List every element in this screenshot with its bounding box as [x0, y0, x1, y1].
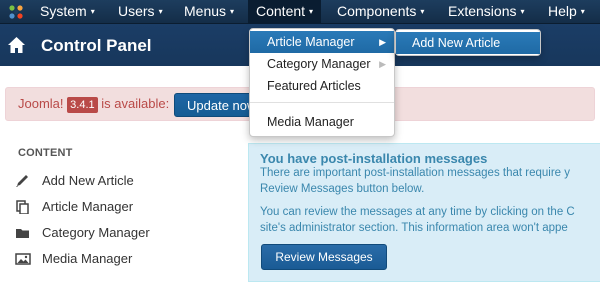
- chevron-down-icon: ▾: [158, 7, 163, 16]
- menu-item-label: Media Manager: [267, 115, 354, 129]
- review-messages-button[interactable]: Review Messages: [261, 244, 387, 270]
- page-title: Control Panel: [41, 36, 152, 55]
- chevron-right-icon: ▶: [379, 59, 386, 69]
- menu-item-category-manager[interactable]: Category Manager ▶: [250, 53, 394, 75]
- menu-item-label: Category Manager: [267, 57, 371, 71]
- sidebar-item-label: Category Manager: [42, 225, 150, 240]
- article-manager-submenu: Add New Article: [395, 29, 541, 56]
- chevron-down-icon: ▾: [230, 7, 235, 16]
- menu-divider: [250, 102, 394, 103]
- nav-help-label: Help: [548, 3, 577, 19]
- menu-item-featured-articles[interactable]: Featured Articles: [250, 75, 394, 97]
- nav-content-label: Content: [256, 3, 306, 19]
- pencil-icon: [16, 175, 28, 187]
- post-install-messages-panel: You have post-installation messages Ther…: [248, 143, 600, 282]
- nav-help[interactable]: Help ▾: [548, 0, 585, 24]
- chevron-down-icon: ▾: [90, 7, 95, 16]
- sidebar-heading: CONTENT: [18, 147, 73, 159]
- joomla-logo-icon[interactable]: [8, 4, 24, 20]
- nav-extensions-label: Extensions: [448, 3, 517, 19]
- nav-system[interactable]: System ▾: [40, 0, 95, 24]
- post-install-text-line: Review Messages button below.: [260, 183, 425, 195]
- sidebar-item-label: Media Manager: [42, 251, 133, 266]
- post-install-text-line: There are important post-installation me…: [260, 167, 571, 179]
- copy-icon: [16, 200, 29, 214]
- chevron-down-icon: ▾: [309, 7, 314, 16]
- top-navbar: System ▾ Users ▾ Menus ▾ Content ▾ Component…: [0, 0, 600, 24]
- nav-content[interactable]: Content ▾: [248, 0, 322, 24]
- update-alert-text: Joomla! 3.4.1 is available:: [18, 96, 169, 113]
- post-install-text-line: You can review the messages at any time …: [260, 206, 575, 218]
- menu-item-add-new-article[interactable]: Add New Article: [396, 32, 540, 54]
- sidebar-item-label: Add New Article: [42, 173, 134, 188]
- nav-extensions[interactable]: Extensions ▾: [448, 0, 525, 24]
- nav-menus[interactable]: Menus ▾: [184, 0, 234, 24]
- sidebar-item-label: Article Manager: [42, 199, 134, 214]
- nav-system-label: System: [40, 3, 87, 19]
- nav-components[interactable]: Components ▾: [337, 0, 424, 24]
- alert-suffix: is available:: [101, 96, 170, 111]
- chevron-down-icon: ▾: [420, 7, 425, 16]
- content-dropdown-menu: Article Manager ▶ Category Manager ▶ Fea…: [249, 28, 395, 137]
- nav-menus-label: Menus: [184, 3, 227, 19]
- menu-item-media-manager[interactable]: Media Manager: [250, 111, 394, 133]
- nav-users-label: Users: [118, 3, 155, 19]
- chevron-right-icon: ▶: [379, 37, 386, 47]
- menu-item-label: Featured Articles: [267, 79, 361, 93]
- post-install-text-line: site's administrator section. This infor…: [260, 222, 568, 234]
- nav-users[interactable]: Users ▾: [118, 0, 163, 24]
- post-install-title: You have post-installation messages: [260, 151, 488, 166]
- menu-item-label: Article Manager: [267, 35, 355, 49]
- version-badge: 3.4.1: [67, 97, 98, 113]
- folder-icon: [16, 229, 29, 238]
- alert-prefix: Joomla!: [18, 96, 64, 111]
- chevron-down-icon: ▾: [520, 7, 525, 16]
- nav-components-label: Components: [337, 3, 417, 19]
- chevron-down-icon: ▾: [580, 7, 585, 16]
- menu-item-article-manager[interactable]: Article Manager ▶: [250, 31, 394, 53]
- image-icon: [15, 253, 31, 265]
- home-icon: [8, 37, 25, 53]
